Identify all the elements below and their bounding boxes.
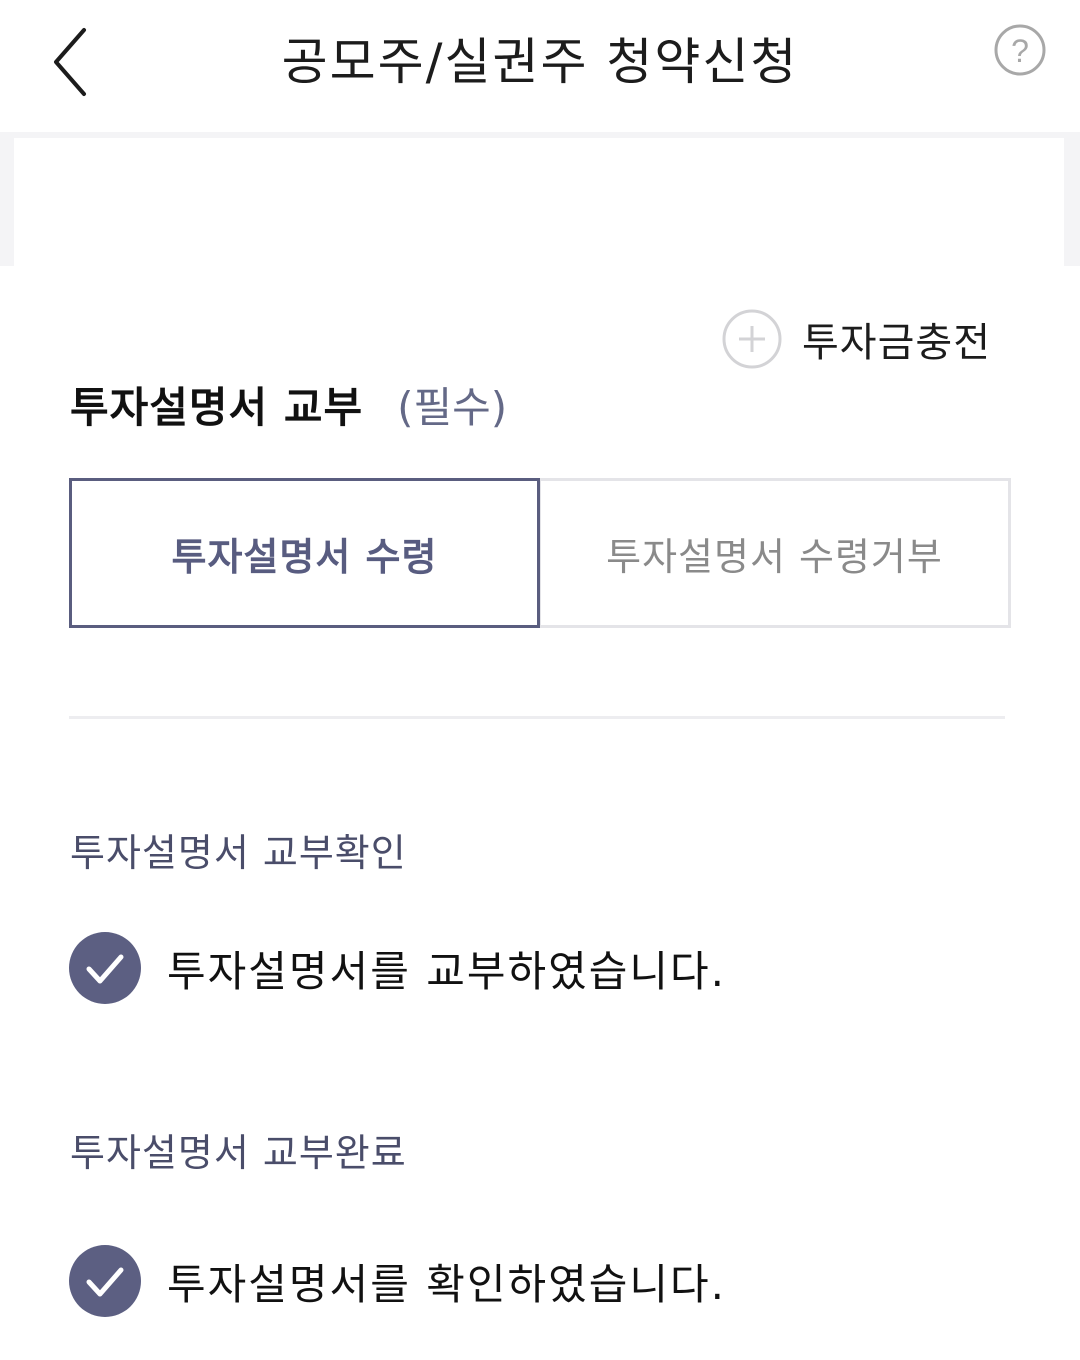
check-circle-icon xyxy=(69,932,141,1004)
page-title: 공모주/실권주 청약신청 xyxy=(281,33,799,91)
confirm-label: 투자설명서 교부확인 xyxy=(70,831,407,875)
section-heading: 투자설명서 교부 (필수) xyxy=(70,374,507,435)
subscription-page: 공모주/실권주 청약신청 ? 투자금충전 투자설명서 교부 (필수) 투자설명서… xyxy=(0,0,1080,1360)
option-refuse-button[interactable]: 투자설명서 수령거부 xyxy=(538,478,1011,628)
question-circle-icon: ? xyxy=(994,24,1046,76)
charge-button[interactable]: 투자금충전 xyxy=(722,306,991,372)
option-receive-button[interactable]: 투자설명서 수령 xyxy=(69,478,540,628)
plus-circle-icon xyxy=(722,309,782,369)
confirm-check-row[interactable]: 투자설명서를 교부하였습니다. xyxy=(69,928,726,1008)
check-circle-icon xyxy=(69,1245,141,1317)
charge-label: 투자금충전 xyxy=(802,320,991,366)
help-button[interactable]: ? xyxy=(993,23,1047,77)
app-header: 공모주/실권주 청약신청 ? xyxy=(0,0,1080,132)
complete-check-row[interactable]: 투자설명서를 확인하였습니다. xyxy=(69,1241,726,1321)
divider xyxy=(69,716,1005,719)
complete-label: 투자설명서 교부완료 xyxy=(70,1131,407,1175)
complete-check-text: 투자설명서를 확인하였습니다. xyxy=(167,1259,727,1309)
info-card xyxy=(14,138,1064,266)
confirm-check-text: 투자설명서를 교부하였습니다. xyxy=(167,946,727,996)
svg-text:?: ? xyxy=(1011,33,1029,69)
prospectus-toggle: 투자설명서 수령 투자설명서 수령거부 xyxy=(69,478,1011,628)
required-badge: (필수) xyxy=(397,383,508,432)
prospectus-title: 투자설명서 교부 xyxy=(70,383,364,432)
